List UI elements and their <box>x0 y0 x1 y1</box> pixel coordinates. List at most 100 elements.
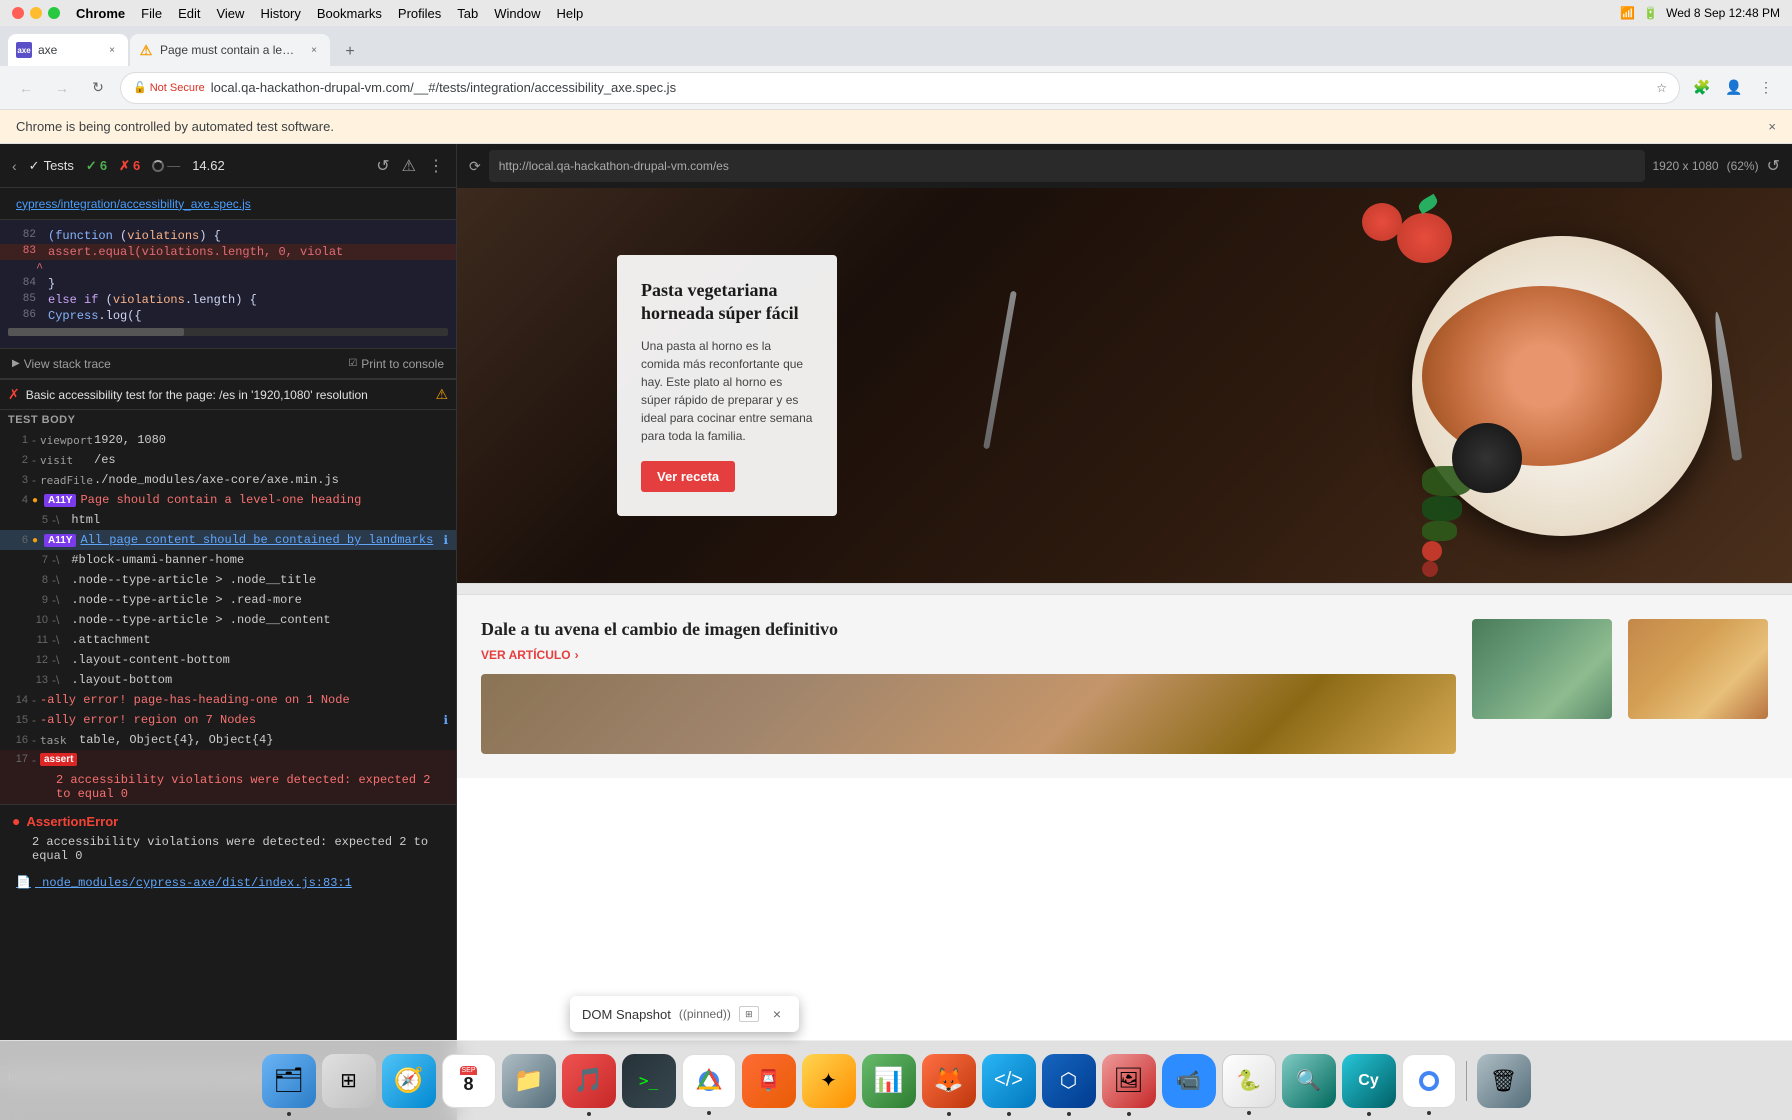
forward-button[interactable]: → <box>48 74 76 102</box>
row-17-assert-tag: assert <box>40 753 77 766</box>
dock-firefox[interactable]: 🦊 <box>922 1054 976 1108</box>
dock-finder2[interactable]: 📁 <box>502 1054 556 1108</box>
dock-chrome2[interactable] <box>1402 1054 1456 1108</box>
code-scrollbar-thumb[interactable] <box>8 328 184 336</box>
dock-zoom[interactable]: 📹 <box>1162 1054 1216 1108</box>
view-menu[interactable]: View <box>216 6 244 21</box>
dock-cypress[interactable]: Cy <box>1342 1054 1396 1108</box>
test-row-1[interactable]: 1 - viewport 1920, 1080 <box>0 430 456 450</box>
article-grid: Dale a tu avena el cambio de imagen defi… <box>481 619 1768 754</box>
dock-music[interactable]: 🎵 <box>562 1054 616 1108</box>
close-traffic-light[interactable] <box>12 7 24 19</box>
dom-snapshot-close-button[interactable]: × <box>767 1004 787 1024</box>
dock-finder[interactable]: 🗂 <box>262 1054 316 1108</box>
article-link[interactable]: VER ARTÍCULO › <box>481 648 1456 662</box>
stack-trace-bar: ▶ View stack trace ☑ Print to console <box>0 349 456 379</box>
test-row-5[interactable]: 5 -\ html <box>0 510 456 530</box>
file-menu[interactable]: File <box>141 6 162 21</box>
test-row-7[interactable]: 7 -\ #block-umami-banner-home <box>0 550 456 570</box>
dom-snapshot-icon-button[interactable]: ⊞ <box>739 1006 759 1022</box>
test-warning-icon: ⚠ <box>435 386 448 403</box>
pycharm-dot <box>1247 1111 1251 1115</box>
maximize-traffic-light[interactable] <box>48 7 60 19</box>
chrome-menu[interactable]: Chrome <box>76 6 125 21</box>
history-menu[interactable]: History <box>260 6 300 21</box>
new-tab-button[interactable]: + <box>336 38 364 66</box>
row-15-info-icon[interactable]: ℹ <box>443 713 448 727</box>
test-row-14[interactable]: 14 - -ally error! page-has-heading-one o… <box>0 690 456 710</box>
dock-chrome[interactable] <box>682 1054 736 1108</box>
dock-vscode[interactable]: </> <box>982 1054 1036 1108</box>
dock-launchpad[interactable]: ⊞ <box>322 1054 376 1108</box>
test-row-15[interactable]: 15 - -ally error! region on 7 Nodes ℹ <box>0 710 456 730</box>
bookmarks-menu[interactable]: Bookmarks <box>317 6 382 21</box>
extensions-icon[interactable]: 🧩 <box>1688 74 1716 102</box>
row-6-link[interactable]: All page content should be contained by … <box>80 533 439 547</box>
reload-button[interactable]: ↻ <box>84 74 112 102</box>
dock-postman[interactable]: 📮 <box>742 1054 796 1108</box>
tab-axe[interactable]: axe axe × <box>8 34 128 66</box>
code-scrollbar[interactable] <box>8 328 448 336</box>
dock-calendar[interactable]: SEP 8 <box>442 1054 496 1108</box>
test-row-2[interactable]: 2 - visit /es <box>0 450 456 470</box>
bookmark-icon[interactable]: ☆ <box>1656 81 1667 95</box>
traffic-lights[interactable] <box>12 7 60 19</box>
profiles-menu[interactable]: Profiles <box>398 6 441 21</box>
window-menu[interactable]: Window <box>494 6 540 21</box>
side-article-1[interactable] <box>1472 619 1612 719</box>
test-row-8[interactable]: 8 -\ .node--type-article > .node__title <box>0 570 456 590</box>
view-stack-trace-button[interactable]: ▶ View stack trace <box>12 357 111 371</box>
test-row-9[interactable]: 9 -\ .node--type-article > .read-more <box>0 590 456 610</box>
address-bar[interactable]: 🔓 Not Secure local.qa-hackathon-drupal-v… <box>120 72 1680 104</box>
row-6-dot: ● <box>32 535 40 546</box>
axe-favicon: axe <box>16 42 32 58</box>
test-row-11[interactable]: 11 -\ .attachment <box>0 630 456 650</box>
test-row-17[interactable]: 17 - assert 2 accessibility violations w… <box>0 750 456 804</box>
side-article-2[interactable] <box>1628 619 1768 719</box>
row-6-info-icon[interactable]: ℹ <box>443 533 448 547</box>
tab-axe-close[interactable]: × <box>104 42 120 58</box>
hero-button[interactable]: Ver receta <box>641 461 735 492</box>
test-row-13[interactable]: 13 -\ .layout-bottom <box>0 670 456 690</box>
error-file-link[interactable]: 📄 node_modules/cypress-axe/dist/index.js… <box>0 871 456 898</box>
minimize-traffic-light[interactable] <box>30 7 42 19</box>
dock-script-editor[interactable]: ✦ <box>802 1054 856 1108</box>
dock-spotlight[interactable]: 🔍 <box>1282 1054 1336 1108</box>
dock-trash[interactable]: 🗑 <box>1477 1054 1531 1108</box>
cypress-more-icon[interactable]: ⋮ <box>428 156 444 176</box>
test-row-10[interactable]: 10 -\ .node--type-article > .node__conte… <box>0 610 456 630</box>
test-row-4[interactable]: 4 ● A11Y Page should contain a level-one… <box>0 490 456 510</box>
preview-reload-icon[interactable]: ↺ <box>1767 156 1780 176</box>
tab-menu[interactable]: Tab <box>457 6 478 21</box>
back-button[interactable]: ← <box>12 74 40 102</box>
dock-numbers[interactable]: 📊 <box>862 1054 916 1108</box>
edit-menu[interactable]: Edit <box>178 6 200 21</box>
test-row-6[interactable]: 6 ● A11Y All page content should be cont… <box>0 530 456 550</box>
dock-terminal[interactable]: >_ <box>622 1054 676 1108</box>
main-article: Dale a tu avena el cambio de imagen defi… <box>481 619 1456 754</box>
profile-icon[interactable]: 👤 <box>1720 74 1748 102</box>
cypress-refresh-icon[interactable]: ↺ <box>376 156 389 176</box>
tab-page-warning[interactable]: ⚠ Page must contain a level-one ... × <box>130 34 330 66</box>
test-row-16[interactable]: 16 - task table, Object{4}, Object{4} <box>0 730 456 750</box>
preview-back-icon[interactable]: ⟳ <box>469 158 481 175</box>
row-4-ally-tag: A11Y <box>44 494 76 507</box>
dock-safari[interactable]: 🧭 <box>382 1054 436 1108</box>
finder-dot <box>287 1112 291 1116</box>
dock-virtualbox[interactable]: ⬡ <box>1042 1054 1096 1108</box>
dock-pycharm[interactable]: 🐍 <box>1222 1054 1276 1108</box>
test-row-12[interactable]: 12 -\ .layout-content-bottom <box>0 650 456 670</box>
test-fail-header[interactable]: ✗ Basic accessibility test for the page:… <box>0 379 456 410</box>
file-path-link[interactable]: cypress/integration/accessibility_axe.sp… <box>16 197 251 211</box>
cypress-tests-label[interactable]: ✓ Tests <box>29 158 74 174</box>
notification-close[interactable]: × <box>1768 119 1776 134</box>
help-menu[interactable]: Help <box>557 6 584 21</box>
menu-button[interactable]: ⋮ <box>1752 74 1780 102</box>
print-to-console-button[interactable]: ☑ Print to console <box>348 357 444 371</box>
cypress-warning-icon[interactable]: ⚠ <box>402 156 416 176</box>
preview-url-bar[interactable]: http://local.qa-hackathon-drupal-vm.com/… <box>489 150 1645 182</box>
test-row-3[interactable]: 3 - readFile ./node_modules/axe-core/axe… <box>0 470 456 490</box>
tab-page-warning-close[interactable]: × <box>306 42 322 58</box>
dock-preview[interactable]: 🖼 <box>1102 1054 1156 1108</box>
cypress-back-icon[interactable]: ‹ <box>12 158 17 174</box>
